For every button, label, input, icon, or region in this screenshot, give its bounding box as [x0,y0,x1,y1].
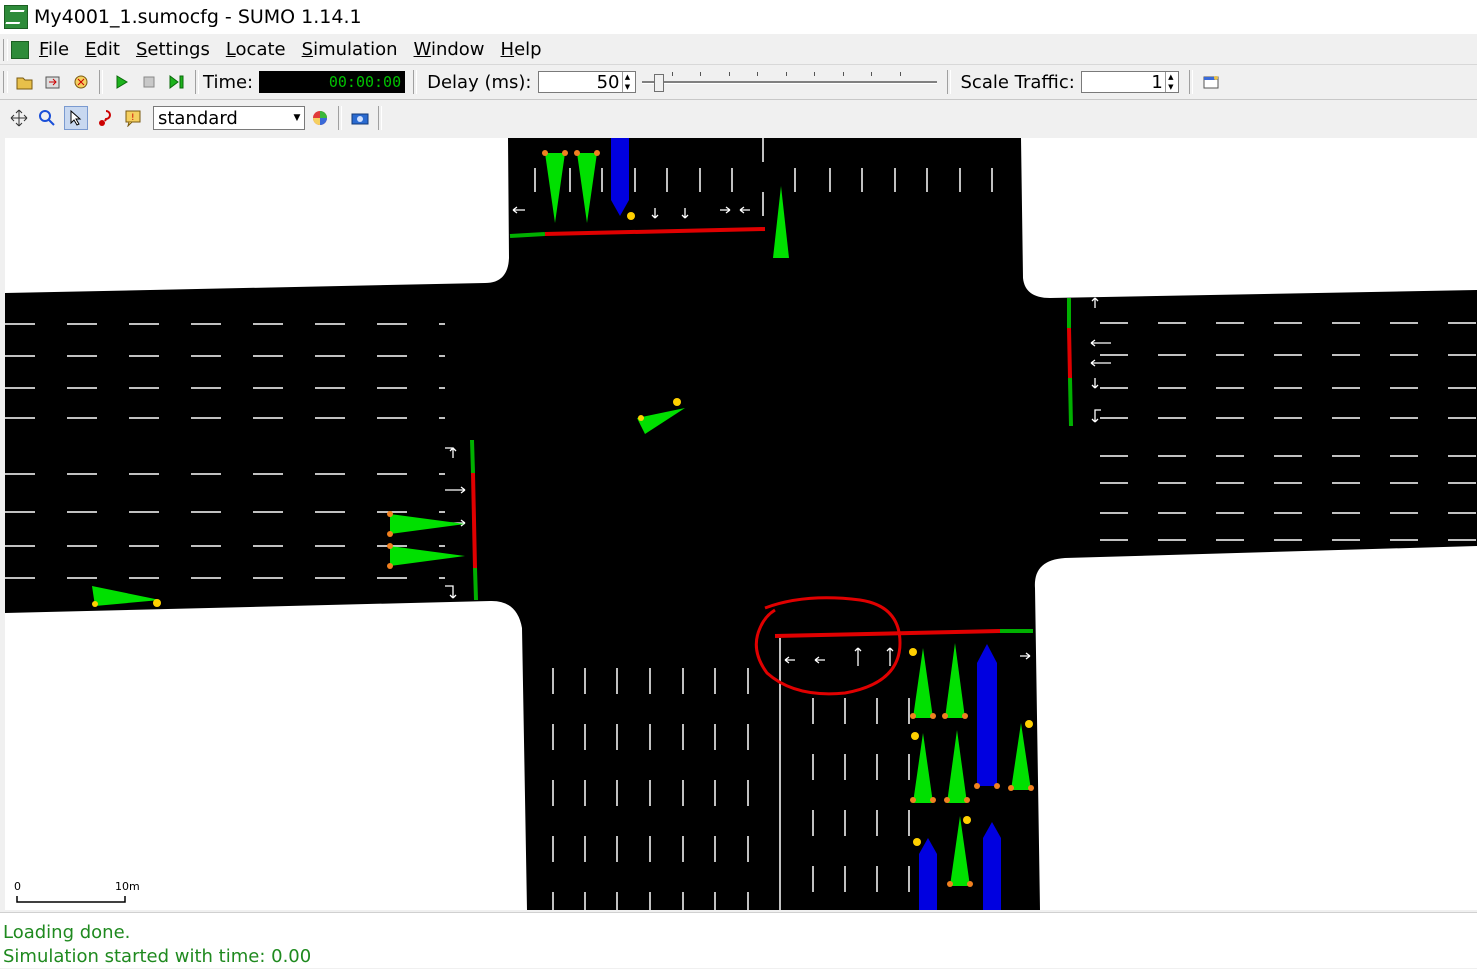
menu-edit[interactable]: Edit [85,39,120,60]
menu-file[interactable]: File [39,39,69,60]
toolbar-separator [946,70,951,94]
simulation-toolbar: Time: 00:00:00 Delay (ms): 50 ▲ ▼ Scale T… [0,64,1477,100]
scale-bar-start: 0 [14,880,21,893]
slider-tick [870,72,872,76]
vehicle [983,822,1001,910]
menu-settings[interactable]: Settings [136,39,210,60]
slider-tick [899,72,901,76]
delay-label: Delay (ms): [427,71,532,93]
slider-tick [671,72,673,76]
svg-text:!: ! [131,113,135,123]
toolbar-separator [195,70,199,94]
slider-tick [728,72,730,76]
time-label: Time: [203,71,254,93]
reload-icon[interactable] [42,71,64,93]
status-line: Simulation started with time: 0.00 [3,946,312,967]
select-icon[interactable] [64,106,88,130]
delay-value: 50 [596,71,620,93]
toolbar-separator [1188,70,1193,94]
slider-thumb[interactable] [653,74,664,92]
spinner-arrows-icon[interactable]: ▲ ▼ [621,72,633,92]
toolbar-separator [99,70,103,94]
title-bar: My4001_1.sumocfg - SUMO 1.14.1 [0,0,1477,34]
vehicle [974,644,1000,789]
delay-spinner[interactable]: 50 ▲ ▼ [537,71,636,93]
slider-track [641,81,937,84]
view-toolbar: ! standard ▼ [0,100,1477,136]
delay-slider[interactable] [641,70,937,94]
color-scheme-value: standard [158,107,238,129]
scale-traffic-value: 1 [1151,71,1163,93]
recenter-icon[interactable] [8,107,30,129]
slider-tick [699,72,701,76]
message-window: Loading done. Simulation started with ti… [0,912,1477,968]
window-icon[interactable] [1200,71,1222,93]
road-north [5,138,1477,910]
run-icon[interactable] [110,71,132,93]
color-wheel-icon[interactable] [309,107,331,129]
menu-window[interactable]: Window [414,39,485,60]
close-sim-icon[interactable] [70,71,92,93]
menu-locate[interactable]: Locate [226,39,286,60]
toolbar-grip [3,71,8,93]
screenshot-icon[interactable] [349,107,371,129]
simulation-canvas[interactable]: 0 10m [5,138,1477,910]
slider-tick [785,72,787,76]
document-icon[interactable] [11,40,29,59]
slider-tick [842,72,844,76]
locate-icon[interactable] [94,107,116,129]
time-display: 00:00:00 [259,71,406,93]
sumo-app-icon [4,5,28,29]
scale-bar: 0 10m [14,880,140,903]
toolbar-separator [413,70,418,94]
slider-tick [813,72,815,76]
menu-simulation[interactable]: Simulation [302,39,398,60]
chevron-down-icon[interactable]: ▼ [290,107,304,129]
open-icon[interactable] [14,71,36,93]
status-line: Loading done. [3,922,131,943]
scale-traffic-spinner[interactable]: 1 ▲ ▼ [1080,71,1179,93]
network-view[interactable]: 0 10m [5,138,1477,910]
window-title: My4001_1.sumocfg - SUMO 1.14.1 [34,6,362,28]
menu-grip [3,38,8,61]
scale-traffic-label: Scale Traffic: [960,71,1075,93]
tooltip-icon[interactable]: ! [122,107,144,129]
stop-icon[interactable] [138,71,160,93]
signal-east [1067,298,1073,427]
toolbar-separator [378,106,382,130]
step-icon[interactable] [166,71,188,93]
menu-help[interactable]: Help [501,39,542,60]
color-scheme-select[interactable]: standard ▼ [153,106,305,130]
scale-bar-end: 10m [115,880,140,893]
spinner-arrows-icon[interactable]: ▲ ▼ [1164,72,1176,92]
zoom-icon[interactable] [36,107,58,129]
slider-tick [756,72,758,76]
menu-bar: File Edit Settings Locate Simulation Win… [0,35,1477,64]
toolbar-separator [338,106,342,130]
